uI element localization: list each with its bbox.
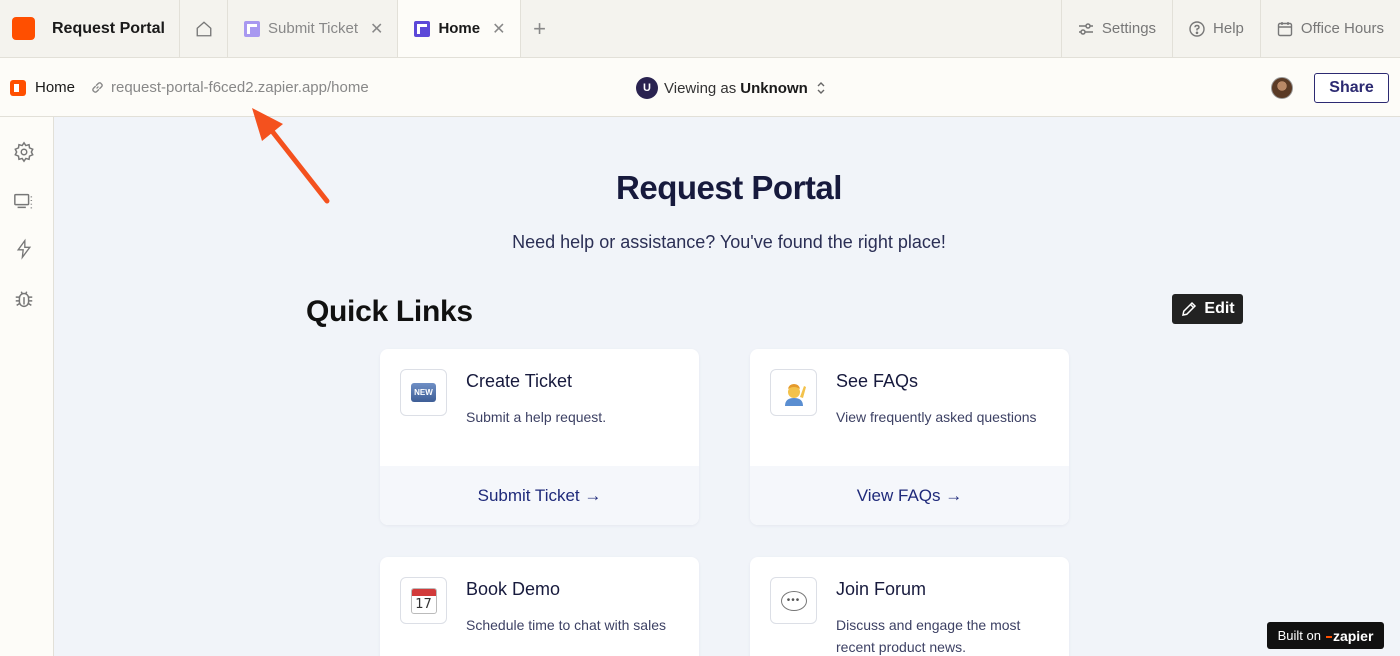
lightning-icon[interactable] — [13, 238, 35, 260]
card-description: Schedule time to chat with sales — [466, 617, 666, 633]
app-brand[interactable]: Request Portal — [0, 0, 180, 57]
pencil-icon — [1180, 300, 1198, 318]
bug-icon[interactable] — [13, 288, 35, 310]
person-raising-hand-icon — [770, 369, 817, 416]
quick-links-heading: Quick Links — [306, 295, 473, 328]
page-url-link[interactable]: request-portal-f6ced2.zapier.app/home — [111, 79, 369, 96]
quick-link-card-join-forum: ••• Join Forum Discuss and engage the mo… — [750, 557, 1069, 656]
zapier-logo: zapier — [1326, 628, 1373, 644]
chevron-up-down-icon — [816, 81, 826, 95]
badge-prefix: Built on — [1277, 628, 1321, 643]
app-title: Request Portal — [52, 19, 165, 37]
tab-label: Home — [438, 20, 481, 37]
quick-link-card-create-ticket: NEW Create Ticket Submit a help request.… — [380, 349, 699, 525]
settings-label: Settings — [1101, 20, 1157, 37]
viewing-user: Unknown — [740, 79, 808, 97]
sliders-icon — [1078, 21, 1094, 37]
page-icon — [414, 20, 431, 37]
page-icon — [244, 20, 260, 37]
calendar-icon: 17 — [400, 577, 447, 624]
settings-button[interactable]: Settings — [1060, 0, 1172, 57]
speech-bubble-icon: ••• — [770, 577, 817, 624]
tab-submit-ticket[interactable]: Submit Ticket ✕ — [228, 0, 399, 57]
card-title: See FAQs — [836, 371, 919, 391]
close-icon[interactable]: ✕ — [492, 19, 505, 39]
link-icon — [90, 80, 105, 100]
help-button[interactable]: Help — [1172, 0, 1260, 57]
help-circle-icon — [1189, 20, 1205, 37]
help-label: Help — [1213, 20, 1244, 37]
page-icon — [10, 80, 26, 96]
gear-icon[interactable] — [13, 141, 35, 163]
tab-home[interactable]: Home ✕ — [398, 0, 521, 57]
quick-link-card-see-faqs: See FAQs View frequently asked questions… — [750, 349, 1069, 525]
quick-link-card-book-demo: 17 Book Demo Schedule time to chat with … — [380, 557, 699, 656]
card-description: Submit a help request. — [466, 409, 607, 425]
tab-label: Submit Ticket — [268, 20, 359, 37]
viewing-as-selector[interactable]: U Viewing as Unknown — [636, 77, 826, 99]
view-faqs-link[interactable]: View FAQs → — [750, 466, 1069, 525]
home-tab-icon[interactable] — [180, 0, 228, 57]
current-page-label[interactable]: Home — [35, 79, 75, 96]
edit-button[interactable]: Edit — [1172, 294, 1243, 324]
calendar-icon — [1277, 21, 1293, 37]
left-sidebar — [0, 117, 54, 656]
card-title: Book Demo — [466, 579, 561, 599]
close-icon[interactable]: ✕ — [370, 19, 383, 39]
page-subtitle: Need help or assistance? You've found th… — [512, 232, 946, 252]
screens-icon[interactable] — [13, 190, 35, 212]
page-title: Request Portal — [616, 169, 842, 206]
edit-label: Edit — [1204, 300, 1235, 317]
viewing-prefix: Viewing as — [664, 79, 737, 97]
card-description: Discuss and engage the most recent produ… — [836, 617, 1021, 655]
share-button[interactable]: Share — [1314, 73, 1389, 103]
card-title: Join Forum — [836, 579, 927, 599]
new-icon: NEW — [400, 369, 447, 416]
avatar: U — [636, 77, 658, 99]
app-logo-icon — [12, 17, 35, 40]
card-description: View frequently asked questions — [836, 409, 1037, 425]
user-avatar[interactable] — [1271, 77, 1293, 99]
top-tab-bar: Request Portal Submit Ticket ✕ Home ✕ + … — [0, 0, 1400, 58]
built-on-zapier-badge[interactable]: Built on zapier — [1267, 622, 1384, 649]
office-hours-button[interactable]: Office Hours — [1259, 0, 1400, 57]
main-content: Request Portal Need help or assistance? … — [54, 117, 1400, 656]
page-toolbar: Home request-portal-f6ced2.zapier.app/ho… — [0, 58, 1400, 117]
add-tab-button[interactable]: + — [521, 0, 559, 57]
office-hours-label: Office Hours — [1300, 20, 1384, 37]
submit-ticket-link[interactable]: Submit Ticket → — [380, 466, 699, 525]
card-title: Create Ticket — [466, 371, 573, 391]
